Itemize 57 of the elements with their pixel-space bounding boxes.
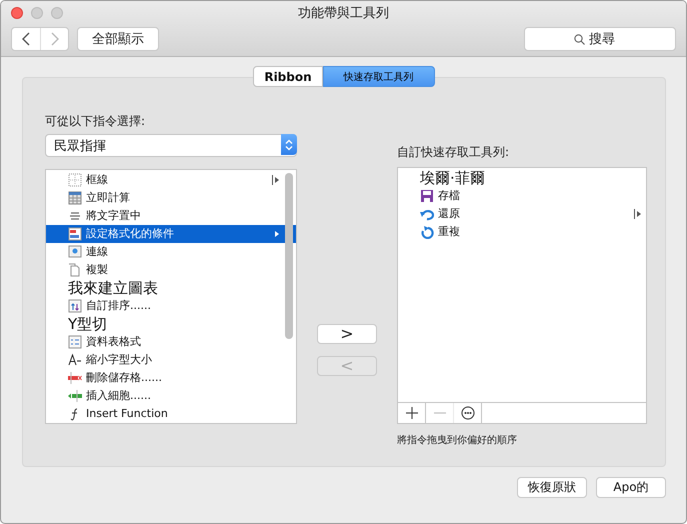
plus-icon: [406, 407, 418, 419]
undo-icon: [420, 207, 434, 221]
command-item[interactable]: 我來建立圖表: [46, 279, 296, 297]
submenu-arrow-icon: [634, 209, 642, 219]
copy-icon: [68, 263, 82, 277]
quick-access-item[interactable]: 存檔: [398, 187, 646, 205]
command-item[interactable]: 立即計算: [46, 189, 296, 207]
command-item[interactable]: Insert Function: [46, 405, 296, 423]
command-item[interactable]: 框線: [46, 171, 296, 189]
search-icon: [574, 34, 585, 45]
source-label: 可從以下指令選擇:: [45, 113, 146, 130]
chevron-right-icon: [50, 32, 58, 46]
quick-access-item[interactable]: 重複: [398, 223, 646, 241]
quick-access-item[interactable]: 埃爾·菲爾: [398, 169, 646, 187]
minus-icon: [434, 412, 446, 414]
command-item[interactable]: 將文字置中: [46, 207, 296, 225]
conditional-format-icon: [68, 227, 82, 241]
shrink-font-icon: [68, 353, 82, 367]
submenu-arrow-icon: [272, 229, 280, 239]
table-format-icon: [68, 335, 82, 349]
save-icon: [420, 189, 434, 203]
tab[interactable]: 快速存取工具列: [322, 66, 435, 87]
calculator-icon: [68, 191, 82, 205]
command-item[interactable]: 資料表格式: [46, 333, 296, 351]
add-command-button[interactable]: >: [317, 324, 377, 344]
apply-button[interactable]: Apo的: [596, 477, 666, 498]
scrollbar-thumb[interactable]: [285, 173, 293, 339]
command-item[interactable]: 刪除儲存格......: [46, 369, 296, 387]
command-source-dropdown[interactable]: 民眾指揮: [45, 134, 297, 157]
redo-icon: [420, 225, 434, 239]
command-item[interactable]: 插入細胞......: [46, 387, 296, 405]
more-icon: [460, 406, 474, 420]
minimize-button[interactable]: [31, 7, 43, 19]
tab[interactable]: Ribbon: [253, 66, 323, 87]
sort-icon: [68, 299, 82, 313]
close-button[interactable]: [11, 7, 23, 19]
zoom-button[interactable]: [51, 7, 63, 19]
insert-cells-icon: [68, 389, 82, 403]
chevron-left-icon: [22, 32, 30, 46]
restore-button[interactable]: 恢復原狀: [517, 477, 587, 498]
up-down-arrows-icon: [285, 138, 293, 150]
hint-text: 將指令拖曳到你偏好的順序: [397, 434, 518, 447]
submenu-arrow-icon: [272, 175, 280, 185]
command-item[interactable]: 連線: [46, 243, 296, 261]
show-all-button[interactable]: 全部顯示: [77, 27, 159, 51]
command-item[interactable]: 自訂排序......: [46, 297, 296, 315]
connection-icon: [68, 245, 82, 259]
command-item[interactable]: 複製: [46, 261, 296, 279]
quick-access-label: 自訂快速存取工具列:: [397, 144, 510, 161]
window-title: 功能帶與工具列: [298, 5, 390, 22]
search-field[interactable]: 搜尋: [524, 27, 676, 51]
command-item[interactable]: 縮小字型大小: [46, 351, 296, 369]
command-item[interactable]: Y型切: [46, 315, 296, 333]
command-item[interactable]: 設定格式化的條件: [46, 225, 296, 243]
quick-access-item[interactable]: 還原: [398, 205, 646, 223]
delete-cells-icon: [68, 371, 82, 385]
border-icon: [68, 173, 82, 187]
